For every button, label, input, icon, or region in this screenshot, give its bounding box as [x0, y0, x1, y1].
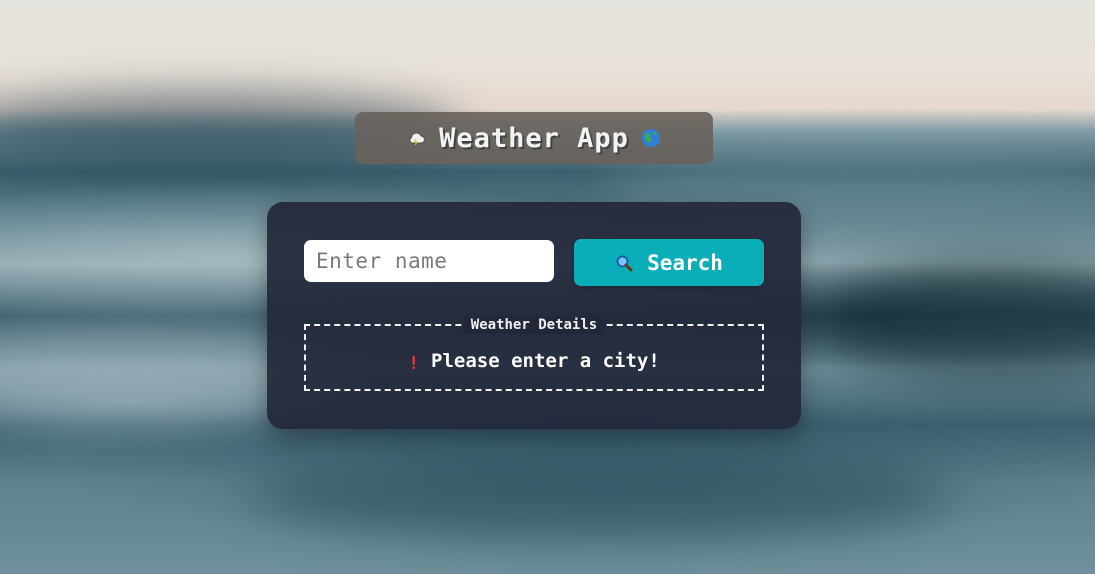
city-name-input[interactable] [304, 240, 554, 282]
magnifier-icon [615, 254, 633, 272]
status-message-text: Please enter a city! [431, 350, 660, 372]
search-button-label: Search [647, 250, 723, 275]
globe-icon [641, 128, 661, 148]
cloud-icon [407, 130, 427, 146]
weather-details-legend: Weather Details [462, 316, 606, 334]
search-button[interactable]: Search [574, 239, 764, 286]
weather-details-box: Weather Details ! Please enter a city! [304, 316, 764, 391]
status-message: ! Please enter a city! [306, 350, 762, 374]
weather-card: Search Weather Details ! Please enter a … [267, 202, 801, 429]
exclamation-icon: ! [408, 352, 420, 374]
app-title-badge: Weather App [355, 112, 713, 164]
app-title: Weather App [439, 122, 629, 154]
